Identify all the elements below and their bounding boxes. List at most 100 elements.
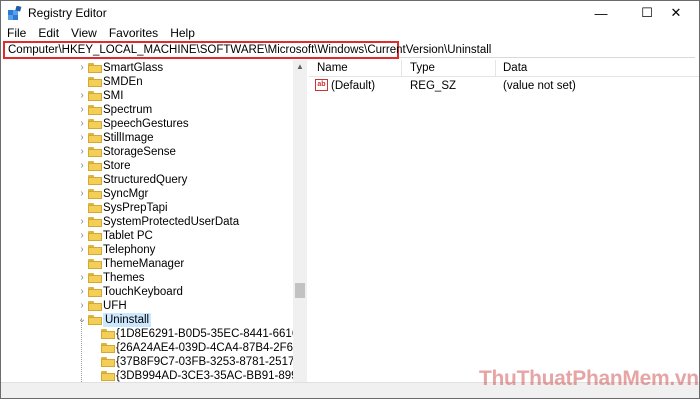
tree-item[interactable]: › SyncMgr	[1, 187, 293, 201]
address-path[interactable]: Computer\HKEY_LOCAL_MACHINE\SOFTWARE\Mic…	[8, 44, 491, 56]
minimize-button[interactable]: —	[578, 1, 624, 25]
folder-icon	[88, 63, 102, 73]
tree-subitem[interactable]: {26A24AE4-039D-4CA4-87B4-2F64180301F0}	[1, 341, 306, 355]
chevron-right-icon[interactable]: ›	[77, 299, 87, 313]
chevron-right-icon[interactable]: ›	[77, 103, 87, 117]
tree-item-label[interactable]: SMDEn	[103, 75, 143, 89]
chevron-right-icon[interactable]: ›	[77, 61, 87, 75]
tree-subitem-label[interactable]: {1D8E6291-B0D5-35EC-8441-6616F567A0F7}	[116, 327, 306, 341]
menu-favorites[interactable]: Favorites	[103, 26, 164, 41]
tree-item-label[interactable]: ThemeManager	[103, 257, 184, 271]
chevron-right-icon[interactable]: ›	[77, 145, 87, 159]
registry-editor-window: Registry Editor — ☐ ✕ File Edit View Fav…	[0, 0, 700, 399]
chevron-right-icon[interactable]: ›	[77, 285, 87, 299]
menu-view[interactable]: View	[65, 26, 103, 41]
key-tree-pane[interactable]: › SmartGlass SMDEn › SMI › Spectrum › SpeechGest…	[1, 60, 307, 382]
column-header-type[interactable]: Type	[410, 62, 435, 74]
folder-icon	[88, 147, 102, 157]
tree-item-label[interactable]: TouchKeyboard	[103, 285, 183, 299]
folder-icon	[88, 315, 102, 325]
tree-item-label[interactable]: Telephony	[103, 243, 155, 257]
folder-icon	[88, 203, 102, 213]
tree-item-label[interactable]: SpeechGestures	[103, 117, 189, 131]
menu-file[interactable]: File	[1, 26, 32, 41]
column-separator[interactable]	[401, 60, 402, 77]
tree-subitem[interactable]: {3DB994AD-3CE3-35AC-BB91-8994873CA19}	[1, 369, 306, 382]
chevron-right-icon[interactable]: ›	[77, 215, 87, 229]
tree-item[interactable]: › UFH	[1, 299, 293, 313]
tree-item[interactable]: › Tablet PC	[1, 229, 293, 243]
tree-item[interactable]: › SmartGlass	[1, 61, 293, 75]
watermark-logo: ThuThuatPhanMem.vn	[479, 367, 699, 390]
chevron-right-icon[interactable]: ›	[77, 117, 87, 131]
folder-icon	[88, 77, 102, 87]
folder-icon	[101, 371, 115, 381]
maximize-icon: ☐	[641, 5, 653, 20]
folder-icon	[88, 301, 102, 311]
tree-item-label[interactable]: Store	[103, 159, 131, 173]
tree-item-label[interactable]: Uninstall	[103, 313, 152, 327]
tree-item[interactable]: SMDEn	[1, 75, 293, 89]
tree-item-label[interactable]: UFH	[103, 299, 127, 313]
tree-item[interactable]: › Telephony	[1, 243, 293, 257]
column-header-data[interactable]: Data	[503, 62, 527, 74]
values-list-pane[interactable]: Name Type Data ab (Default) REG_SZ (valu…	[309, 60, 699, 382]
tree-item-label[interactable]: Tablet PC	[103, 229, 153, 243]
tree-item-label[interactable]: SyncMgr	[103, 187, 148, 201]
chevron-right-icon[interactable]: ›	[77, 159, 87, 173]
chevron-right-icon[interactable]: ›	[77, 229, 87, 243]
tree-subitem-label[interactable]: {26A24AE4-039D-4CA4-87B4-2F64180301F0}	[116, 341, 306, 355]
tree-item-label[interactable]: StorageSense	[103, 145, 176, 159]
column-header-name[interactable]: Name	[317, 62, 348, 74]
tree-item[interactable]: › SystemProtectedUserData	[1, 215, 293, 229]
tree-item-label[interactable]: StructuredQuery	[103, 173, 187, 187]
chevron-right-icon[interactable]: ›	[77, 131, 87, 145]
folder-icon	[88, 217, 102, 227]
tree-item[interactable]: › StillImage	[1, 131, 293, 145]
menu-help[interactable]: Help	[164, 26, 201, 41]
tree-item[interactable]: SysPrepTapi	[1, 201, 293, 215]
tree-item-label[interactable]: SmartGlass	[103, 61, 163, 75]
tree-item[interactable]: › StorageSense	[1, 145, 293, 159]
tree-item[interactable]: › SpeechGestures	[1, 117, 293, 131]
tree-subitem[interactable]: {37B8F9C7-03FB-3253-8781-2517C99D7C00}	[1, 355, 306, 369]
address-bar[interactable]: Computer\HKEY_LOCAL_MACHINE\SOFTWARE\Mic…	[3, 41, 491, 59]
tree-item-label[interactable]: SysPrepTapi	[103, 201, 168, 215]
scroll-up-arrow-icon[interactable]: ▲	[293, 60, 307, 74]
tree-item-label[interactable]: Themes	[103, 271, 145, 285]
chevron-right-icon[interactable]: ›	[77, 271, 87, 285]
tree-item[interactable]: › SMI	[1, 89, 293, 103]
tree-item[interactable]: › TouchKeyboard	[1, 285, 293, 299]
tree-subitem-label[interactable]: {37B8F9C7-03FB-3253-8781-2517C99D7C00}	[116, 355, 306, 369]
tree-item-label[interactable]: SystemProtectedUserData	[103, 215, 239, 229]
value-row[interactable]: ab (Default) REG_SZ (value not set)	[309, 78, 699, 94]
tree-item-label[interactable]: SMI	[103, 89, 123, 103]
chevron-right-icon[interactable]: ›	[77, 89, 87, 103]
tree-vertical-scrollbar[interactable]: ▲	[293, 60, 307, 382]
tree-subitem-label[interactable]: {3DB994AD-3CE3-35AC-BB91-8994873CA19}	[116, 369, 306, 382]
folder-icon	[88, 161, 102, 171]
tree-item[interactable]: › Store	[1, 159, 293, 173]
tree-subitem[interactable]: {1D8E6291-B0D5-35EC-8441-6616F567A0F7}	[1, 327, 306, 341]
tree-item-label[interactable]: StillImage	[103, 131, 154, 145]
scroll-thumb[interactable]	[295, 283, 305, 298]
tree-item-label[interactable]: Spectrum	[103, 103, 152, 117]
chevron-down-icon[interactable]: ⌄	[77, 313, 87, 327]
folder-icon	[101, 357, 115, 367]
tree-item[interactable]: StructuredQuery	[1, 173, 293, 187]
value-data: (value not set)	[503, 80, 576, 92]
folder-icon	[88, 245, 102, 255]
chevron-right-icon[interactable]: ›	[77, 187, 87, 201]
tree-item[interactable]: ThemeManager	[1, 257, 293, 271]
folder-icon	[88, 273, 102, 283]
tree-item[interactable]: › Themes	[1, 271, 293, 285]
menu-edit[interactable]: Edit	[32, 26, 65, 41]
tree-item[interactable]: › Spectrum	[1, 103, 293, 117]
folder-icon	[88, 119, 102, 129]
list-header: Name Type Data	[309, 60, 699, 77]
tree-item[interactable]: ⌄ Uninstall	[1, 313, 293, 327]
column-separator[interactable]	[495, 60, 496, 77]
chevron-right-icon[interactable]: ›	[77, 243, 87, 257]
close-button[interactable]: ✕	[653, 1, 699, 25]
title-bar[interactable]: Registry Editor — ☐ ✕	[1, 1, 699, 25]
